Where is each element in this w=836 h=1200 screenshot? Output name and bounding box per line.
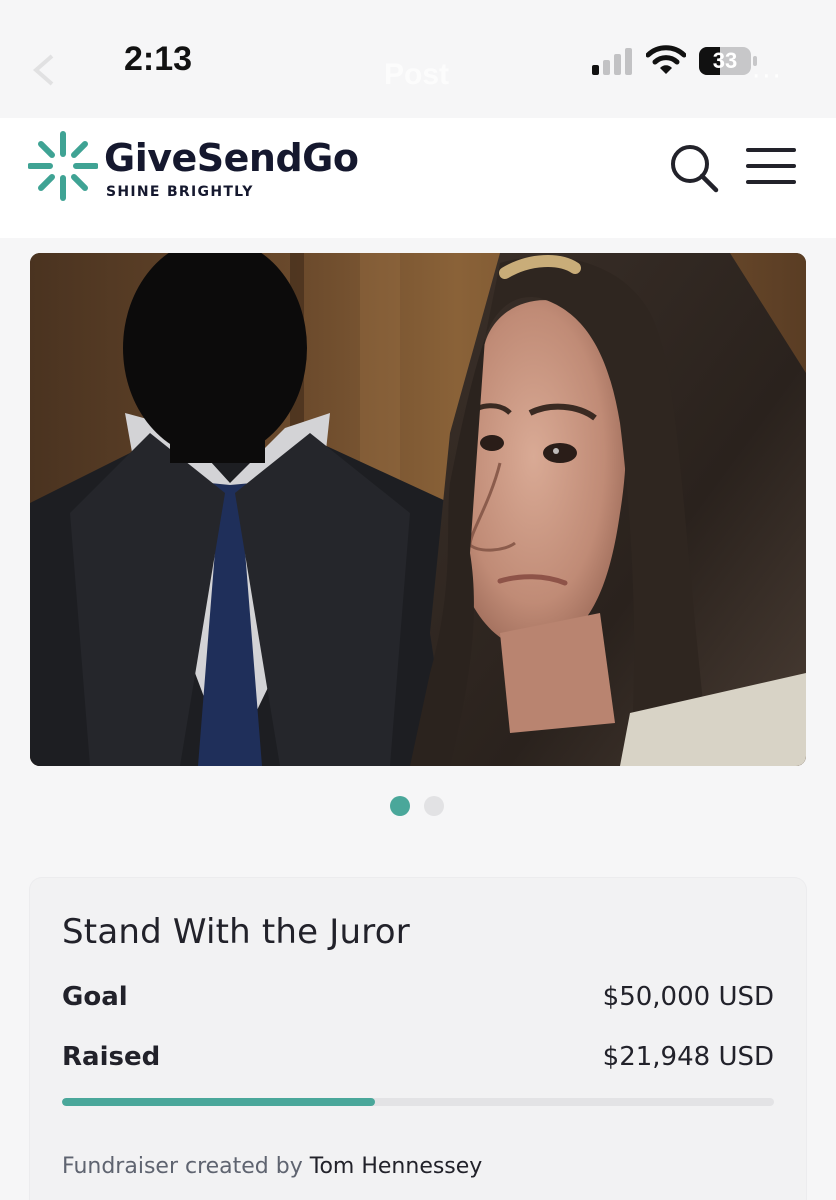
goal-value: $50,000 USD <box>602 982 774 1012</box>
battery-percentage: 33 <box>712 48 738 73</box>
raised-label: Raised <box>62 1042 161 1072</box>
goal-label: Goal <box>62 982 128 1012</box>
site-header: GiveSendGo SHINE BRIGHTLY <box>0 118 836 238</box>
status-time: 2:13 <box>124 40 193 78</box>
hero-photo[interactable] <box>30 253 806 766</box>
fundraiser-card: Stand With the Juror Goal $50,000 USD Ra… <box>30 878 806 1200</box>
courtroom-photo-image <box>30 253 806 766</box>
wifi-icon <box>646 45 686 74</box>
menu-icon[interactable] <box>744 146 798 186</box>
givesendgo-logo-icon[interactable] <box>28 130 98 202</box>
back-arrow-icon[interactable] <box>28 52 64 88</box>
carousel-dot-1[interactable] <box>390 796 410 816</box>
fundraiser-title: Stand With the Juror <box>62 912 410 952</box>
progress-fill <box>62 1098 375 1106</box>
brand-tagline: SHINE BRIGHTLY <box>106 184 254 200</box>
page: 2:13 Post ··· 33 GiveSendGo SHINE BRIGHT… <box>0 0 836 1200</box>
creator-prefix: Fundraiser created by <box>62 1154 303 1179</box>
brand-name[interactable]: GiveSendGo <box>104 136 359 180</box>
fundraising-progress-bar <box>62 1098 774 1106</box>
carousel-indicator <box>390 796 450 818</box>
status-bar: 2:13 Post ··· 33 <box>0 0 836 118</box>
raised-value: $21,948 USD <box>602 1042 774 1072</box>
carousel-dot-2[interactable] <box>424 796 444 816</box>
creator-name-link[interactable]: Tom Hennessey <box>310 1154 483 1179</box>
search-icon[interactable] <box>668 142 722 196</box>
ghost-post-title: Post <box>384 58 450 91</box>
creator-line: Fundraiser created by Tom Hennessey <box>62 1154 482 1179</box>
signal-icon <box>592 48 632 75</box>
